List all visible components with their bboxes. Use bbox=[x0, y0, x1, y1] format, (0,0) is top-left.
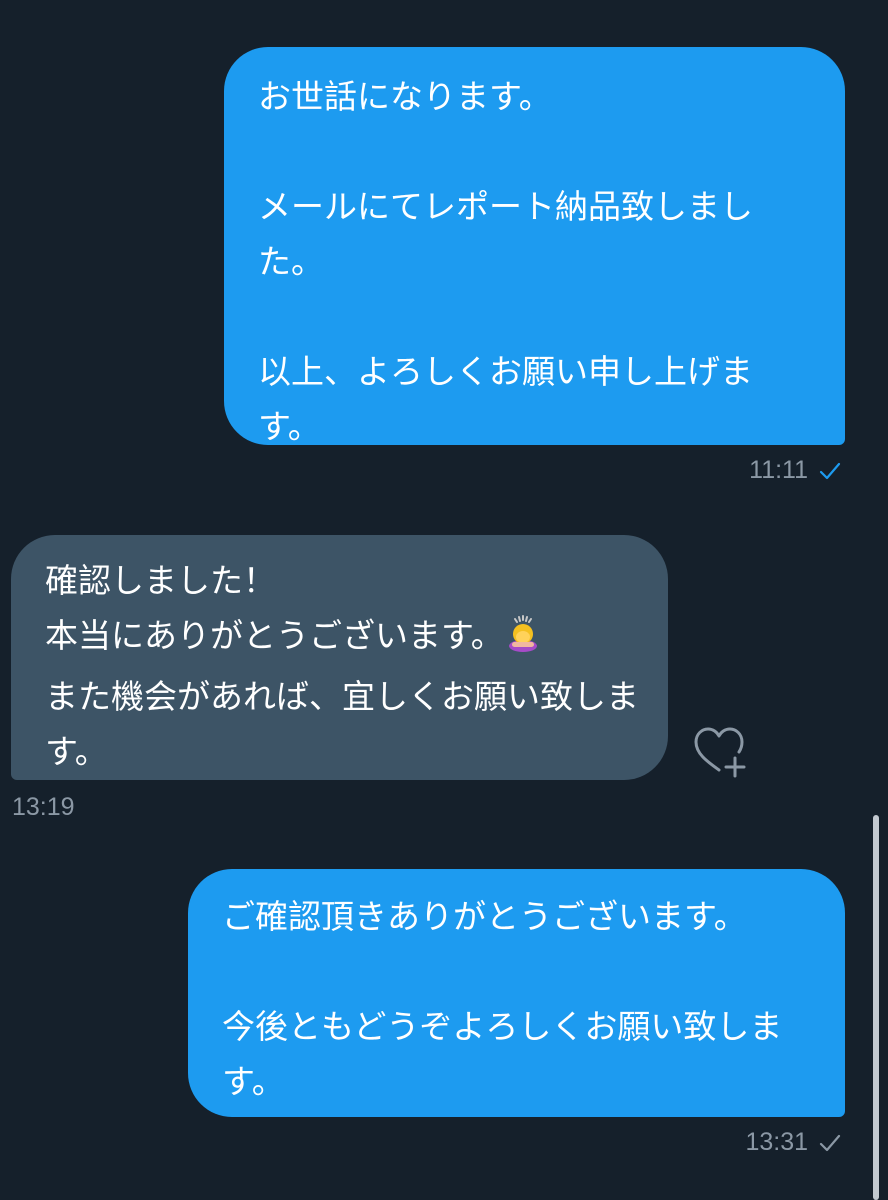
message-meta: 11:11 bbox=[749, 456, 842, 485]
message-time: 13:19 bbox=[12, 793, 75, 821]
message-time: 11:11 bbox=[749, 456, 808, 484]
message-line: また機会があれば、宜しくお願い致します。 bbox=[45, 677, 639, 771]
scrollbar[interactable] bbox=[873, 815, 879, 1200]
heart-add-icon[interactable] bbox=[690, 722, 748, 780]
message-meta: 13:19 bbox=[12, 793, 75, 822]
person-bowing-icon bbox=[504, 614, 542, 669]
message-bubble-sent[interactable]: お世話になります。 メールにてレポート納品致しました。 以上、よろしくお願い申し… bbox=[224, 47, 845, 446]
message-line: 本当にありがとうございます。 bbox=[45, 616, 504, 655]
sent-check-icon bbox=[819, 1134, 841, 1151]
message-bubble-sent[interactable]: ご確認頂きありがとうございます。 今後ともどうぞよろしくお願い致します。 bbox=[188, 869, 845, 1117]
message-meta: 13:31 bbox=[745, 1128, 842, 1157]
message-bubble-received[interactable]: 確認しました！ 本当にありがとうございます。 また機会があれば、宜しくお願い致し… bbox=[11, 535, 668, 780]
read-check-icon bbox=[819, 462, 841, 479]
message-time: 13:31 bbox=[745, 1128, 808, 1156]
message-line: 確認しました！ bbox=[45, 561, 276, 600]
